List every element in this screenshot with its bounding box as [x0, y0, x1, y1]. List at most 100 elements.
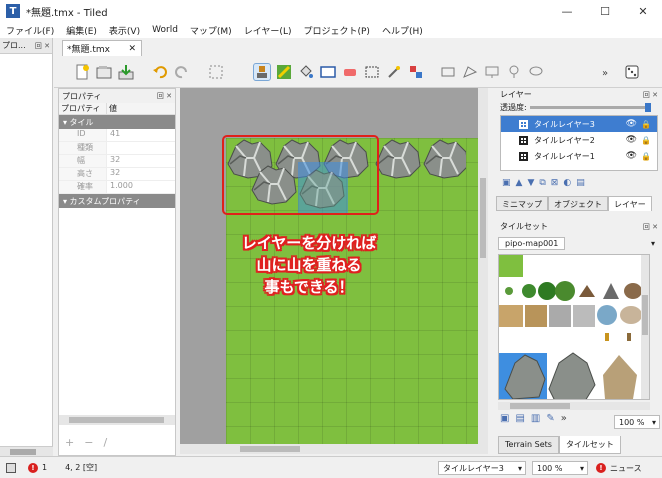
- tileset-tab[interactable]: pipo-map001: [498, 237, 566, 250]
- redo-icon[interactable]: [174, 64, 190, 80]
- property-value[interactable]: 1.000: [107, 181, 133, 193]
- lock-icon[interactable]: 🔒: [641, 136, 651, 145]
- visibility-eye-icon[interactable]: 👁: [626, 119, 637, 129]
- more-tools-icon[interactable]: »: [600, 64, 616, 80]
- more-icon[interactable]: »: [561, 413, 567, 429]
- map-canvas[interactable]: レイヤーを分ければ 山に山を重ねる 事もできる！: [180, 88, 488, 444]
- canvas-vertical-scrollbar[interactable]: [478, 88, 488, 444]
- shape-fill-icon[interactable]: [320, 64, 336, 80]
- tileset-vertical-scrollbar[interactable]: [641, 255, 649, 399]
- zoom-combo[interactable]: 100 % ▾: [532, 461, 588, 475]
- new-layer-icon[interactable]: ▣: [502, 178, 511, 188]
- tileset-tiles[interactable]: [499, 255, 643, 400]
- scroll-thumb[interactable]: [69, 417, 164, 423]
- property-row[interactable]: 高さ 32: [59, 168, 175, 181]
- current-layer-combo[interactable]: タイルレイヤー3 ▾: [438, 461, 526, 475]
- property-value[interactable]: [107, 142, 110, 154]
- remove-property-icon[interactable]: −: [84, 436, 93, 449]
- column-value[interactable]: 値: [107, 103, 117, 114]
- layer-item[interactable]: タイルレイヤー3 👁 🔒: [501, 116, 657, 132]
- property-row[interactable]: ID 41: [59, 129, 175, 142]
- export-tileset-icon[interactable]: ▥: [531, 413, 540, 429]
- error-icon[interactable]: !: [28, 462, 38, 473]
- edit-polygon-icon[interactable]: [462, 64, 478, 80]
- random-mode-icon[interactable]: [624, 64, 640, 80]
- terrain-brush-icon[interactable]: [276, 64, 292, 80]
- panel-controls[interactable]: 回 ✕: [157, 91, 172, 101]
- menu-edit[interactable]: 編集(E): [66, 24, 97, 37]
- tab-layers[interactable]: レイヤー: [608, 196, 652, 211]
- scroll-thumb[interactable]: [10, 449, 36, 455]
- add-property-icon[interactable]: +: [65, 436, 74, 449]
- insert-ellipse-icon[interactable]: [528, 64, 544, 80]
- new-tileset-icon[interactable]: ▣: [500, 413, 509, 429]
- menu-map[interactable]: マップ(M): [190, 24, 232, 37]
- edit-tileset-icon[interactable]: ✎: [546, 413, 554, 429]
- layer-item[interactable]: タイルレイヤー1 👁 🔒: [501, 148, 657, 164]
- column-property[interactable]: プロパティ: [59, 103, 107, 114]
- scroll-thumb[interactable]: [510, 403, 570, 409]
- scroll-thumb[interactable]: [240, 446, 300, 452]
- save-icon[interactable]: [118, 64, 134, 80]
- layer-item[interactable]: タイルレイヤー2 👁 🔒: [501, 132, 657, 148]
- menu-world[interactable]: World: [152, 25, 178, 35]
- tab-tilesets[interactable]: タイルセット: [558, 436, 621, 454]
- stamp-icon[interactable]: [208, 64, 224, 80]
- undo-icon[interactable]: [152, 64, 168, 80]
- new-file-icon[interactable]: [74, 64, 90, 80]
- raise-layer-icon[interactable]: ▲: [516, 178, 523, 188]
- lock-others-icon[interactable]: ▤: [576, 178, 585, 188]
- property-row[interactable]: 確率 1.000: [59, 181, 175, 194]
- opacity-slider[interactable]: [529, 102, 651, 112]
- select-same-tile-icon[interactable]: [408, 64, 424, 80]
- maximize-button[interactable]: ☐: [586, 0, 624, 22]
- menu-project[interactable]: プロジェクト(P): [303, 24, 369, 37]
- insert-rect-icon[interactable]: [484, 64, 500, 80]
- panel-controls[interactable]: 回 ✕: [35, 41, 50, 51]
- chevron-down-icon[interactable]: ▾: [646, 236, 660, 250]
- menu-file[interactable]: ファイル(F): [6, 24, 54, 37]
- close-tab-icon[interactable]: ✕: [128, 44, 136, 54]
- news-button[interactable]: ニュース: [610, 463, 642, 474]
- property-row[interactable]: 幅 32: [59, 155, 175, 168]
- project-panel-scrollbar[interactable]: [0, 446, 53, 456]
- stamp-brush-icon[interactable]: [253, 63, 271, 81]
- scroll-thumb[interactable]: [642, 295, 648, 335]
- rect-select-icon[interactable]: [364, 64, 380, 80]
- tileset-zoom-select[interactable]: 100 %: [614, 415, 660, 429]
- menu-help[interactable]: ヘルプ(H): [382, 24, 423, 37]
- tab-minimap[interactable]: ミニマップ: [496, 196, 548, 211]
- embed-tileset-icon[interactable]: ▤: [515, 413, 524, 429]
- minimize-button[interactable]: —: [548, 0, 586, 22]
- visibility-eye-icon[interactable]: 👁: [626, 135, 637, 145]
- tab-terrain-sets[interactable]: Terrain Sets: [498, 436, 559, 454]
- duplicate-layer-icon[interactable]: ⧉: [539, 178, 545, 188]
- lock-icon[interactable]: 🔒: [641, 152, 651, 161]
- show-hide-others-icon[interactable]: ◐: [563, 178, 571, 188]
- lock-icon[interactable]: 🔒: [641, 120, 651, 129]
- canvas-horizontal-scrollbar[interactable]: [180, 444, 488, 454]
- panel-controls[interactable]: 回 ✕: [643, 90, 658, 100]
- panel-controls[interactable]: 回 ✕: [643, 222, 658, 232]
- magic-wand-icon[interactable]: [386, 64, 402, 80]
- open-file-icon[interactable]: [96, 64, 112, 80]
- group-custom-properties[interactable]: ▾ カスタムプロパティ: [59, 194, 175, 208]
- news-alert-icon[interactable]: !: [596, 463, 606, 473]
- close-window-button[interactable]: ✕: [624, 0, 662, 22]
- document-tab[interactable]: *無題.tmx ✕: [62, 40, 142, 56]
- console-icon[interactable]: [6, 462, 16, 473]
- object-select-icon[interactable]: [440, 64, 456, 80]
- tab-objects[interactable]: オブジェクト: [548, 196, 608, 211]
- tileset-horizontal-scrollbar[interactable]: [498, 402, 650, 410]
- tileset-view[interactable]: [498, 254, 650, 400]
- rename-property-icon[interactable]: /: [103, 436, 107, 449]
- delete-layer-icon[interactable]: ⊠: [551, 178, 559, 188]
- menu-layer[interactable]: レイヤー(L): [244, 24, 292, 37]
- lower-layer-icon[interactable]: ▼: [527, 178, 534, 188]
- visibility-eye-icon[interactable]: 👁: [626, 151, 637, 161]
- bucket-fill-icon[interactable]: [298, 64, 314, 80]
- menu-view[interactable]: 表示(V): [109, 24, 140, 37]
- group-tile[interactable]: ▾ タイル: [59, 115, 175, 129]
- eraser-icon[interactable]: [342, 64, 358, 80]
- properties-scrollbar[interactable]: [59, 415, 175, 425]
